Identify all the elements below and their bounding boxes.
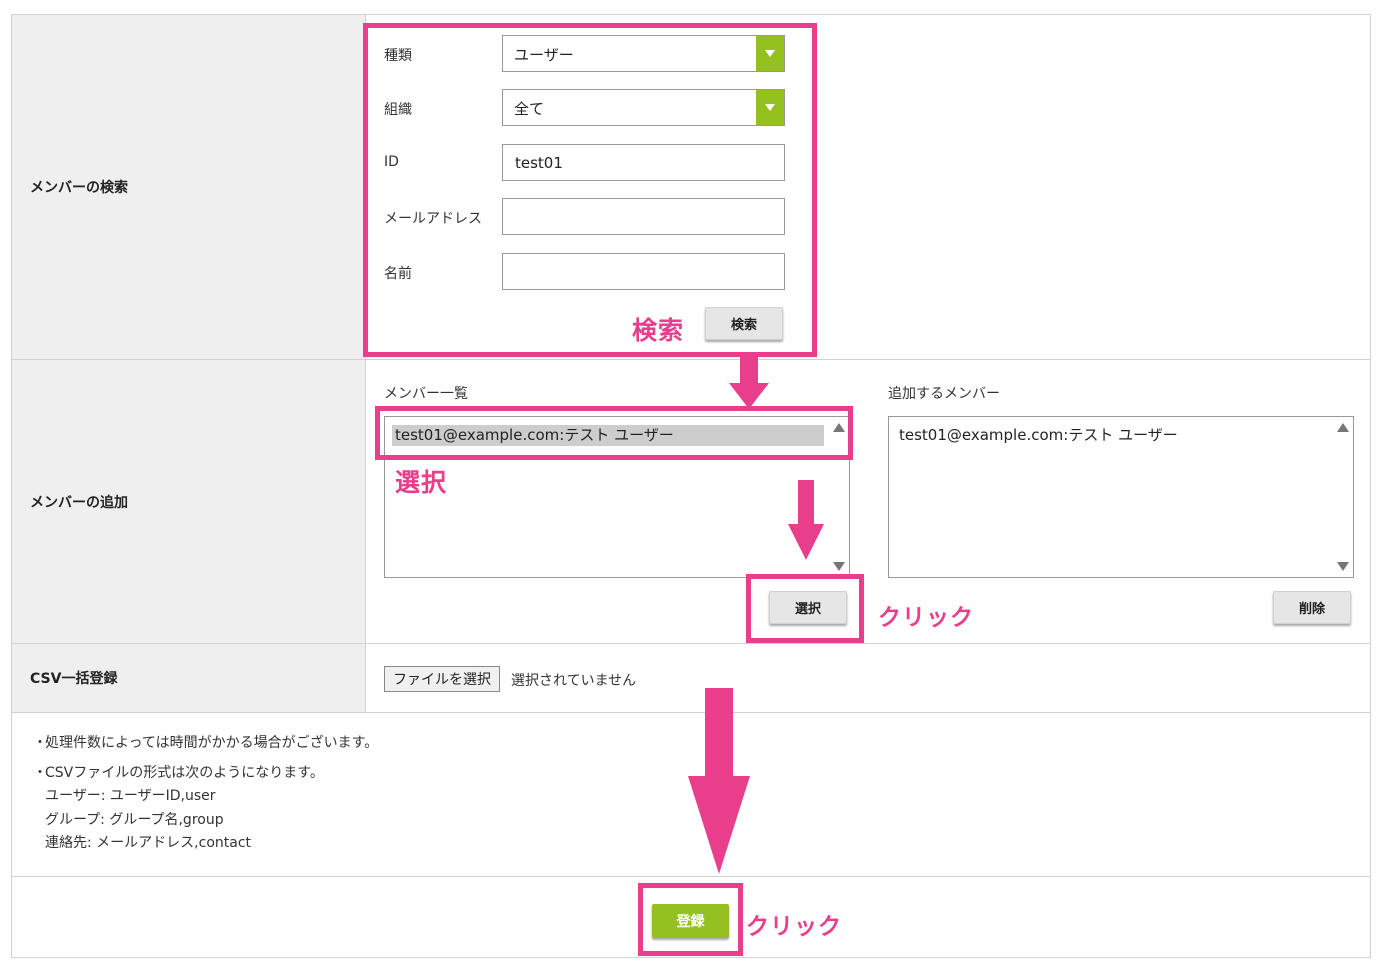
file-status-text: 選択されていません xyxy=(511,673,637,689)
note-line: 処理件数によっては時間がかかる場合がございます。 xyxy=(45,735,379,751)
note-line: ユーザー: ユーザーID,user xyxy=(45,788,216,804)
select-button-highlight-box xyxy=(746,574,864,643)
note-line: CSVファイルの形式は次のようになります。 xyxy=(45,764,324,781)
csv-label-cell: CSV一括登録 xyxy=(12,644,366,712)
bullet: ・ xyxy=(33,735,47,751)
member-add-label: メンバーの追加 xyxy=(30,494,128,511)
arrow-down-icon xyxy=(688,688,750,874)
click-annotation: クリック xyxy=(746,914,842,940)
choose-file-button[interactable]: ファイルを選択 xyxy=(384,666,500,692)
member-add-row: メンバーの追加 メンバー一覧 test01@example.com:テスト ユー… xyxy=(12,360,1370,644)
scroll-down-icon[interactable] xyxy=(833,562,845,571)
search-annotation: 検索 xyxy=(632,316,685,345)
click-annotation: クリック xyxy=(878,605,974,631)
member-list-highlight-box xyxy=(375,406,853,460)
register-button-highlight-box xyxy=(638,883,743,956)
list-item[interactable]: test01@example.com:テスト ユーザー xyxy=(896,425,1178,446)
bullet: ・ xyxy=(33,764,47,781)
select-annotation: 選択 xyxy=(395,468,448,497)
arrow-down-icon xyxy=(729,357,769,409)
scroll-down-icon[interactable] xyxy=(1337,562,1349,571)
delete-button[interactable]: 削除 xyxy=(1273,591,1351,624)
search-highlight-box xyxy=(363,23,817,357)
member-search-label: メンバーの検索 xyxy=(30,180,128,196)
arrow-down-icon xyxy=(788,480,824,560)
member-add-label-cell: メンバーの追加 xyxy=(12,360,366,643)
member-search-label-cell: メンバーの検索 xyxy=(12,15,366,359)
selected-members-box[interactable]: test01@example.com:テスト ユーザー xyxy=(888,416,1354,578)
selected-members-heading: 追加するメンバー xyxy=(888,386,1000,402)
csv-label: CSV一括登録 xyxy=(30,671,118,687)
member-list-heading: メンバー一覧 xyxy=(384,386,468,402)
scroll-up-icon[interactable] xyxy=(1337,423,1349,432)
note-line: グループ: グループ名,group xyxy=(45,811,224,828)
notes: ・ 処理件数によっては時間がかかる場合がございます。 ・ CSVファイルの形式は… xyxy=(33,732,379,856)
note-line: 連絡先: メールアドレス,contact xyxy=(45,835,252,851)
